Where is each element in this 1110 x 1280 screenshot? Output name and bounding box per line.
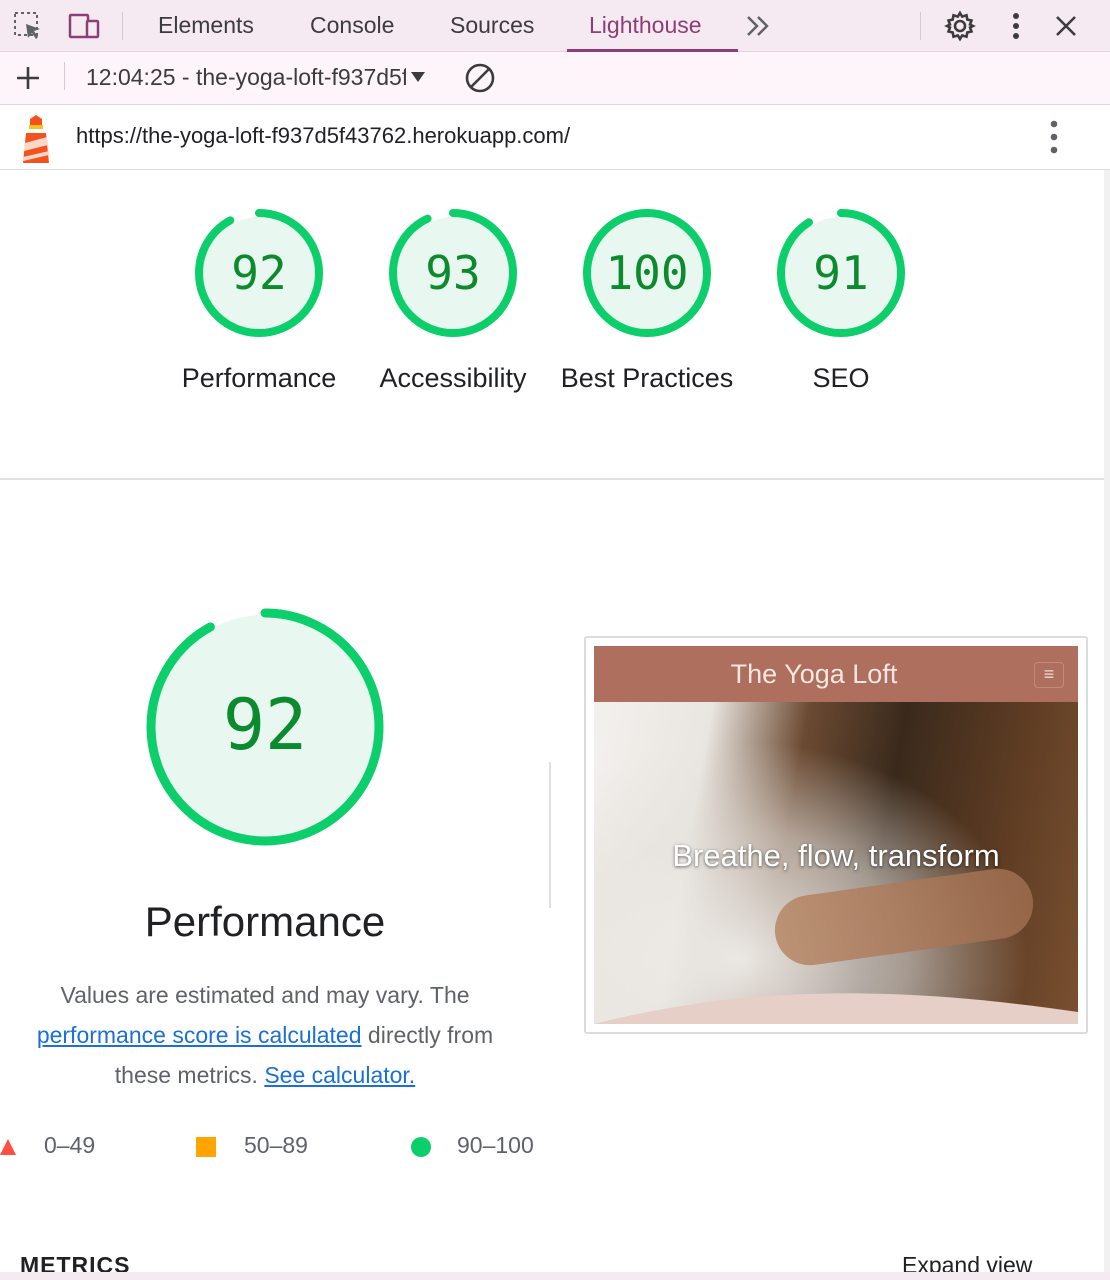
accessibility-score-gauge[interactable]: 93: [388, 208, 518, 338]
legend-pass-range: 90–100: [457, 1132, 534, 1158]
seo-score-value: 91: [813, 246, 869, 300]
fail-triangle-icon: [0, 1138, 18, 1161]
screenshot-tagline: Breathe, flow, transform: [672, 838, 1000, 873]
device-toolbar-icon[interactable]: [66, 8, 102, 44]
desc-text: Values are estimated and may vary. The: [60, 982, 470, 1008]
lighthouse-logo-icon: [18, 115, 54, 170]
report-url-row: https://the-yoga-loft-f937d5f43762.herok…: [0, 105, 1110, 170]
final-screenshot[interactable]: The Yoga Loft ≡ Breathe, flow, transform: [594, 646, 1078, 1024]
performance-description: Values are estimated and may vary. The p…: [10, 975, 520, 1095]
performance-big-score-value: 92: [222, 684, 308, 766]
legend-average-range: 50–89: [244, 1132, 308, 1158]
inspect-element-icon[interactable]: [10, 8, 46, 44]
report-menu-icon[interactable]: [1036, 119, 1072, 155]
seo-category-label[interactable]: SEO: [746, 358, 936, 398]
see-calculator-link[interactable]: See calculator.: [264, 1062, 415, 1088]
tab-sources[interactable]: Sources: [428, 0, 556, 52]
settings-gear-icon[interactable]: [942, 8, 978, 44]
lighthouse-report-toolbar: 12:04:25 - the-yoga-loft-f937d5f43762.he…: [0, 52, 1110, 105]
accessibility-score-value: 93: [425, 246, 481, 300]
hamburger-menu-icon: ≡: [1034, 662, 1064, 688]
best-practices-score-gauge[interactable]: 100: [582, 208, 712, 338]
pass-circle-icon: [410, 1136, 432, 1163]
toolbar-divider: [64, 62, 65, 90]
dropdown-arrow-icon[interactable]: [410, 70, 426, 88]
performance-section-title: Performance: [144, 898, 386, 945]
screenshot-navbar: The Yoga Loft ≡: [594, 646, 1078, 702]
tab-lighthouse[interactable]: Lighthouse: [567, 0, 738, 52]
clear-reports-icon[interactable]: [462, 60, 498, 96]
hero-wave-shape: [594, 993, 1078, 1024]
more-tabs-icon[interactable]: [740, 8, 776, 44]
screenshot-hero-image: Breathe, flow, transform: [594, 702, 1078, 1024]
bottom-strip: [0, 1272, 1110, 1280]
section-divider: [0, 478, 1105, 480]
best-practices-category-label[interactable]: Best Practices: [552, 358, 742, 398]
desc-text: directly from: [367, 1022, 494, 1048]
tab-elements[interactable]: Elements: [136, 0, 276, 52]
more-options-icon[interactable]: [998, 8, 1034, 44]
report-url[interactable]: https://the-yoga-loft-f937d5f43762.herok…: [76, 123, 570, 149]
report-selector[interactable]: 12:04:25 - the-yoga-loft-f937d5f43762.he…: [86, 64, 406, 91]
performance-category-label[interactable]: Performance: [164, 358, 354, 398]
scrollbar-track[interactable]: [1104, 170, 1110, 1280]
accessibility-category-label[interactable]: Accessibility: [358, 358, 548, 398]
performance-big-gauge: 92: [144, 606, 386, 848]
toolbar-divider: [122, 12, 123, 40]
devtools-tab-bar: Elements Console Sources Lighthouse: [0, 0, 1110, 52]
toolbar-divider: [920, 12, 921, 40]
legend-fail-range: 0–49: [44, 1132, 96, 1158]
performance-score-value: 92: [231, 246, 287, 300]
new-report-plus-icon[interactable]: [10, 60, 46, 96]
performance-score-link[interactable]: performance score is calculated: [37, 1022, 362, 1048]
performance-score-gauge[interactable]: 92: [194, 208, 324, 338]
screenshot-brand: The Yoga Loft: [730, 659, 898, 689]
close-devtools-icon[interactable]: [1048, 8, 1084, 44]
average-square-icon: [196, 1137, 216, 1162]
best-practices-score-value: 100: [605, 246, 689, 300]
desc-text: these metrics.: [114, 1062, 258, 1088]
seo-score-gauge[interactable]: 91: [776, 208, 906, 338]
vertical-divider: [549, 762, 551, 908]
tab-console[interactable]: Console: [288, 0, 416, 52]
